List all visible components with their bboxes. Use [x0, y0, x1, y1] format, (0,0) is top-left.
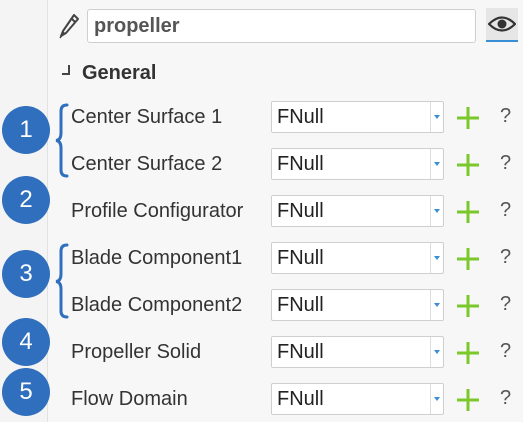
group-bracket [55, 103, 69, 178]
add-button[interactable] [455, 340, 481, 366]
row-label: Profile Configurator [71, 200, 244, 222]
center-surface-1-select[interactable]: FNull [271, 101, 444, 133]
add-button[interactable] [455, 387, 481, 413]
chevron-down-icon[interactable] [430, 290, 443, 320]
help-button[interactable]: ? [500, 340, 511, 363]
blade-component-2-select[interactable]: FNull [271, 289, 444, 321]
add-button[interactable] [455, 199, 481, 225]
row-label: Flow Domain [71, 388, 188, 410]
property-row: Blade Component1 FNull ? [0, 242, 523, 276]
profile-configurator-select[interactable]: FNull [271, 195, 444, 227]
row-label: Blade Component1 [71, 247, 243, 269]
chevron-down-icon[interactable] [430, 149, 443, 179]
property-row: Center Surface 2 FNull ? [0, 148, 523, 182]
property-row: Flow Domain FNull ? [0, 383, 523, 417]
chevron-down-icon[interactable] [430, 102, 443, 132]
step-badge: 5 [2, 368, 50, 416]
property-row: Center Surface 1 FNull ? [0, 101, 523, 135]
visibility-toggle-button[interactable] [486, 8, 518, 42]
step-badge: 2 [2, 176, 50, 224]
flow-domain-select[interactable]: FNull [271, 383, 444, 415]
center-surface-2-select[interactable]: FNull [271, 148, 444, 180]
step-badge: 3 [2, 250, 50, 298]
chevron-down-icon[interactable] [430, 243, 443, 273]
add-button[interactable] [455, 105, 481, 131]
select-value: FNull [277, 388, 324, 410]
step-badge: 4 [2, 318, 50, 366]
select-value: FNull [277, 294, 324, 316]
row-label: Center Surface 2 [71, 153, 223, 175]
select-value: FNull [277, 341, 324, 363]
help-button[interactable]: ? [500, 152, 511, 175]
add-button[interactable] [455, 246, 481, 272]
select-value: FNull [277, 200, 324, 222]
help-button[interactable]: ? [500, 199, 511, 222]
select-value: FNull [277, 106, 324, 128]
row-label: Center Surface 1 [71, 106, 223, 128]
select-value: FNull [277, 153, 324, 175]
add-button[interactable] [455, 152, 481, 178]
help-button[interactable]: ? [500, 387, 511, 410]
step-badge: 1 [2, 106, 50, 154]
property-row: Propeller Solid FNull ? [0, 336, 523, 370]
property-row: Profile Configurator FNull ? [0, 195, 523, 229]
collapse-arrow-icon[interactable] [61, 63, 71, 79]
row-label: Propeller Solid [71, 341, 202, 363]
chevron-down-icon[interactable] [430, 384, 443, 414]
add-button[interactable] [455, 293, 481, 319]
name-input[interactable] [87, 9, 476, 43]
row-label: Blade Component2 [71, 294, 243, 316]
help-button[interactable]: ? [500, 105, 511, 128]
help-button[interactable]: ? [500, 246, 511, 269]
help-button[interactable]: ? [500, 293, 511, 316]
chevron-down-icon[interactable] [430, 196, 443, 226]
section-title: General [82, 62, 157, 84]
blade-component-1-select[interactable]: FNull [271, 242, 444, 274]
pen-icon [59, 14, 79, 39]
select-value: FNull [277, 247, 324, 269]
property-row: Blade Component2 FNull ? [0, 289, 523, 323]
group-bracket [55, 243, 69, 319]
propeller-solid-select[interactable]: FNull [271, 336, 444, 368]
chevron-down-icon[interactable] [430, 337, 443, 367]
eye-icon [488, 16, 516, 32]
